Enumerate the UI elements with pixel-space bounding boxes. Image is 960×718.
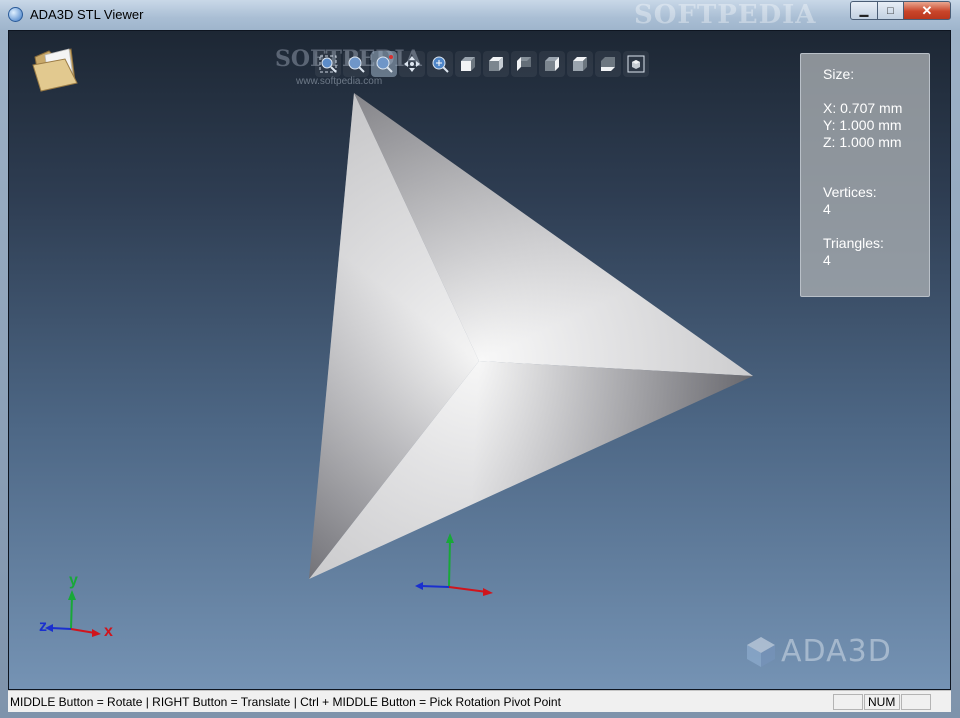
ada3d-logo-text: ADA3D <box>781 633 892 669</box>
triangles-label: Triangles: <box>823 235 884 251</box>
zoom-fit-icon[interactable] <box>315 51 341 77</box>
vertices-label: Vertices: <box>823 184 877 200</box>
globe-icon <box>8 7 23 22</box>
view-toolbar <box>315 51 649 77</box>
title-bar[interactable]: ADA3D STL Viewer SOFTPEDIA ▁ □ ✕ <box>0 0 960 30</box>
triangles-value: 4 <box>823 252 831 268</box>
axis-z-label: z <box>39 618 47 635</box>
view-bottom-icon[interactable] <box>595 51 621 77</box>
zoom-window-icon[interactable] <box>343 51 369 77</box>
status-pane-num: NUM <box>864 694 900 710</box>
status-bar: MIDDLE Button = Rotate | RIGHT Button = … <box>8 690 951 712</box>
ada3d-cube-icon <box>747 637 775 667</box>
size-label: Size: <box>823 66 855 82</box>
axis-y-label: y <box>69 572 78 589</box>
size-z: Z: 1.000 mm <box>823 134 902 150</box>
vertices-value: 4 <box>823 201 831 217</box>
zoom-pick-icon[interactable] <box>371 51 397 77</box>
view-iso-icon[interactable] <box>623 51 649 77</box>
view-top-icon[interactable] <box>567 51 593 77</box>
window-title: ADA3D STL Viewer <box>30 7 144 22</box>
status-pane-3 <box>901 694 931 710</box>
model-info-panel: Size: X: 0.707 mm Y: 1.000 mm Z: 1.000 m… <box>800 53 930 297</box>
softpedia-url: www.softpedia.com <box>296 76 383 87</box>
view-front-icon[interactable] <box>455 51 481 77</box>
view-left-icon[interactable] <box>511 51 537 77</box>
size-x: X: 0.707 mm <box>823 100 903 116</box>
close-button[interactable]: ✕ <box>903 1 951 20</box>
minimize-button[interactable]: ▁ <box>850 1 878 20</box>
pivot-axes <box>415 533 493 596</box>
maximize-button[interactable]: □ <box>877 1 904 20</box>
pan-icon[interactable] <box>399 51 425 77</box>
axis-x-label: x <box>104 623 113 640</box>
size-y: Y: 1.000 mm <box>823 117 902 133</box>
view-back-icon[interactable] <box>483 51 509 77</box>
status-hint: MIDDLE Button = Rotate | RIGHT Button = … <box>10 695 561 709</box>
3d-viewport[interactable]: SOFTPEDIA www.softpedia.com Size: X: 0.7… <box>8 30 951 690</box>
app-window: ADA3D STL Viewer SOFTPEDIA ▁ □ ✕ SOFTPED… <box>0 0 960 718</box>
zoom-icon[interactable] <box>427 51 453 77</box>
title-watermark: SOFTPEDIA <box>634 0 817 30</box>
view-right-icon[interactable] <box>539 51 565 77</box>
ada3d-logo: ADA3D <box>741 633 892 669</box>
open-folder-icon[interactable] <box>31 47 81 93</box>
status-pane-1 <box>833 694 863 710</box>
